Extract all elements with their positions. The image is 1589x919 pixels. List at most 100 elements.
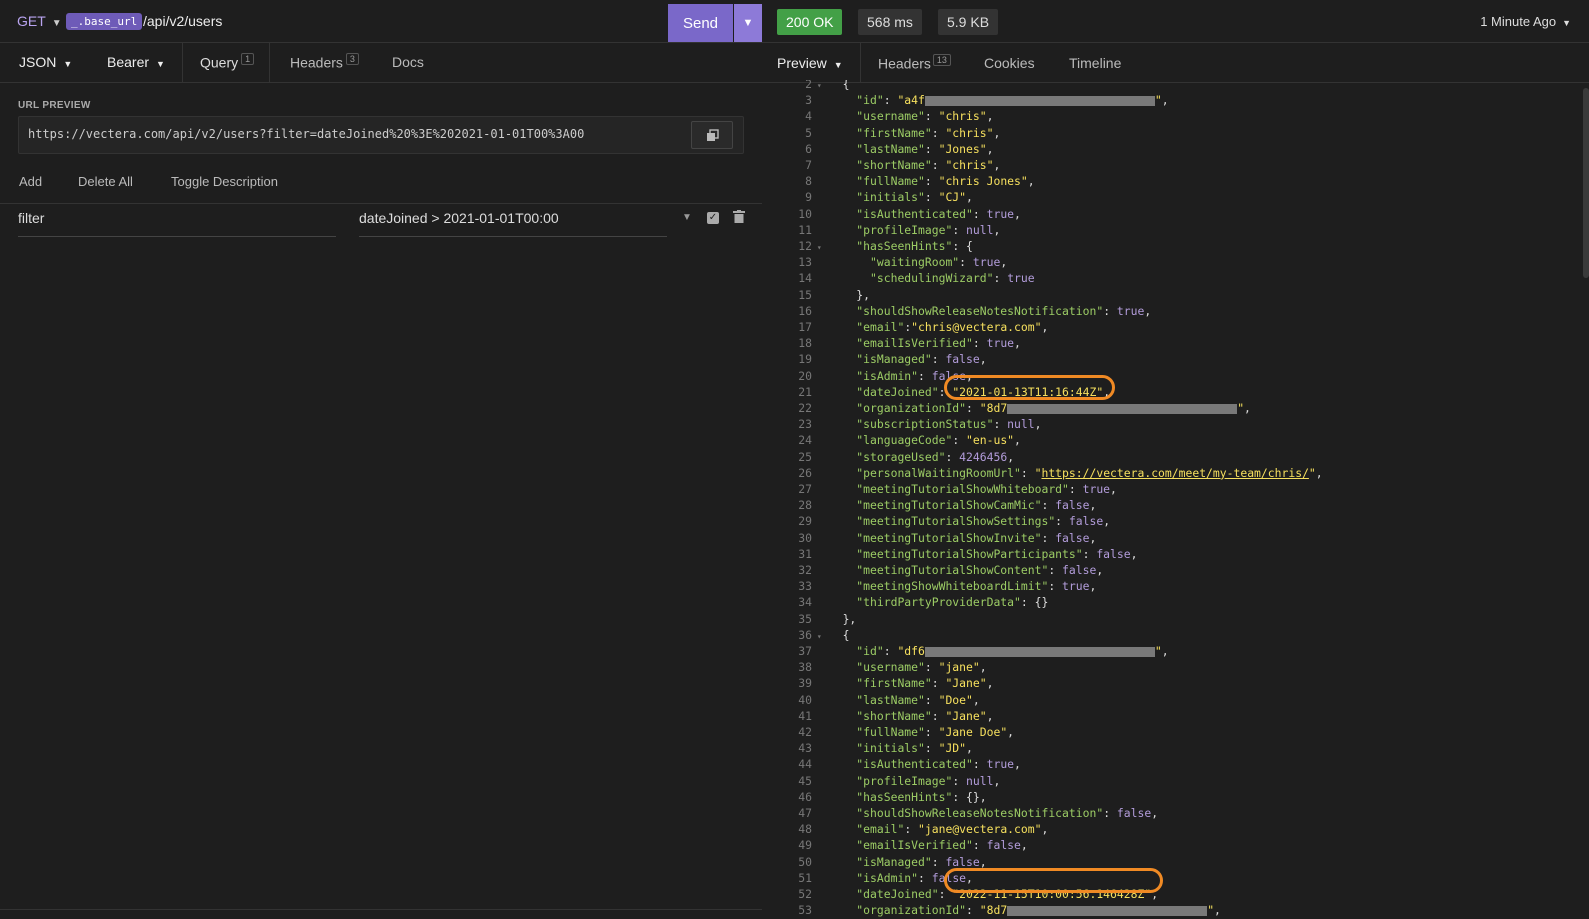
send-options-button[interactable]: ▼ [734, 4, 762, 42]
tab-response-headers[interactable]: Headers 13 [878, 54, 951, 72]
json-punctuation: , [1041, 320, 1049, 334]
url-bar: GET ▼ _.base_url /api/v2/users Send ▼ [0, 0, 762, 43]
param-value-input[interactable]: dateJoined > 2021-01-01T00:00 [359, 210, 667, 237]
history-dropdown[interactable]: 1 Minute Ago ▼ [1480, 14, 1571, 29]
json-punctuation: , [1041, 822, 1049, 837]
body-type-dropdown[interactable]: JSON ▼ [19, 54, 72, 70]
json-key: "username" [856, 109, 925, 124]
send-button[interactable]: Send [668, 4, 733, 42]
json-key: "isAdmin" [856, 368, 919, 383]
tab-timeline[interactable]: Timeline [1069, 55, 1121, 71]
json-string: " [1308, 465, 1316, 480]
json-punctuation: : [952, 773, 967, 788]
code-line: 22 "organizationId": "8d7 ", [762, 400, 1251, 416]
line-number: 46 [798, 789, 812, 804]
json-punctuation: , [1089, 530, 1097, 545]
json-punctuation: , [1089, 498, 1097, 513]
tab-preview[interactable]: Preview ▼ [777, 55, 843, 71]
json-punctuation: : [972, 838, 987, 853]
code-text: { [822, 628, 850, 642]
json-string: "8d7 [979, 401, 1008, 415]
trash-icon[interactable] [733, 210, 745, 226]
json-string: "chris" [945, 125, 994, 140]
code-line: 26 "personalWaitingRoomUrl": "https://ve… [762, 465, 1323, 481]
param-name-input[interactable]: filter [18, 210, 336, 237]
scrollbar[interactable] [1583, 88, 1589, 278]
url-input[interactable]: /api/v2/users [143, 13, 222, 29]
json-key: "isManaged" [856, 352, 932, 367]
json-punctuation: : [972, 336, 987, 351]
request-tabs: JSON ▼ Bearer ▼ Query 1 Headers 3 Docs [0, 43, 762, 83]
chevron-down-icon: ▼ [742, 17, 754, 29]
tab-divider [860, 43, 861, 83]
code-line: 23 "subscriptionStatus": null, [762, 416, 1041, 432]
json-punctuation: }, [856, 287, 871, 302]
code-text: "personalWaitingRoomUrl": "https://vecte… [822, 465, 1323, 480]
code-text: "fullName": "Jane Doe", [822, 725, 1014, 739]
json-key: "isAuthenticated" [856, 757, 973, 772]
code-line: 9 "initials": "CJ", [762, 189, 973, 205]
code-line: 14 "schedulingWizard": true [762, 270, 1034, 286]
tab-query[interactable]: Query 1 [200, 53, 255, 71]
json-string: "CJ" [938, 190, 967, 205]
tab-headers[interactable]: Headers 3 [290, 53, 359, 71]
json-literal: null [966, 773, 994, 788]
json-punctuation: : [993, 271, 1008, 286]
json-literal: false [1062, 563, 1097, 577]
json-key: "shortName" [856, 708, 932, 723]
code-line: 34 "thirdPartyProviderData": {} [762, 594, 1048, 610]
json-string: "jane" [938, 660, 980, 675]
json-punctuation: : [1082, 546, 1097, 561]
line-number: 21 [798, 384, 812, 399]
json-punctuation: , [1244, 401, 1251, 415]
toggle-description-button[interactable]: Toggle Description [171, 174, 278, 189]
json-punctuation: : [931, 854, 946, 869]
add-param-button[interactable]: Add [19, 174, 42, 189]
method-dropdown[interactable]: GET ▼ [17, 13, 62, 29]
json-punctuation: : [972, 757, 987, 772]
delete-all-button[interactable]: Delete All [78, 174, 133, 189]
json-key: "isManaged" [856, 854, 932, 869]
line-number: 40 [798, 692, 812, 707]
line-number: 10 [798, 206, 812, 221]
json-punctuation: : [924, 141, 939, 156]
json-punctuation: , [966, 190, 973, 205]
json-punctuation: : [931, 352, 946, 367]
code-line: 49 "emailIsVerified": false, [762, 837, 1027, 853]
json-punctuation: : [931, 125, 946, 140]
base-url-variable[interactable]: _.base_url [66, 13, 143, 30]
line-number: 8 [805, 174, 812, 189]
code-text: "meetingTutorialShowSettings": false, [822, 514, 1110, 528]
chevron-down-icon: ▼ [156, 59, 165, 69]
json-literal: false [1068, 514, 1104, 529]
json-string: "a4f [897, 93, 925, 108]
line-number: 11 [798, 222, 812, 237]
response-body-viewer[interactable]: 2 ▾ {3 "id": "a4f ", 4 "username": "chris"… [762, 80, 1572, 919]
json-literal: null [1007, 417, 1035, 432]
code-line: 38 "username": "jane", [762, 659, 986, 675]
param-enabled-checkbox[interactable]: ✓ [707, 212, 719, 224]
json-string: "chris" [938, 109, 987, 124]
code-text: "lastName": "Doe", [822, 692, 979, 707]
code-line: 50 "isManaged": false, [762, 854, 986, 870]
auth-type-dropdown[interactable]: Bearer ▼ [107, 54, 165, 70]
json-punctuation: , [1315, 465, 1323, 480]
code-line: 36 ▾ { [762, 627, 849, 643]
code-text: "organizationId": "8d7 ", [822, 903, 1221, 917]
json-literal: false [1055, 498, 1090, 513]
response-time-badge: 568 ms [858, 9, 922, 35]
tab-docs[interactable]: Docs [392, 54, 424, 70]
json-punctuation: }, [842, 611, 857, 626]
json-key: "storageUsed" [856, 449, 946, 464]
tab-cookies[interactable]: Cookies [984, 55, 1035, 71]
json-key: "thirdPartyProviderData" [856, 595, 1021, 610]
chevron-down-icon: ▼ [833, 60, 843, 70]
json-string: "Doe" [938, 692, 973, 707]
json-link[interactable]: https://vectera.com/meet/my-team/chris/ [1041, 466, 1308, 480]
json-key: "fullName" [856, 725, 925, 739]
copy-url-button[interactable] [691, 121, 733, 149]
json-punctuation: : { [952, 239, 973, 253]
chevron-down-icon[interactable]: ▼ [682, 212, 692, 223]
json-key: "meetingTutorialShowSettings" [856, 514, 1056, 529]
code-line: 6 "lastName": "Jones", [762, 141, 993, 157]
